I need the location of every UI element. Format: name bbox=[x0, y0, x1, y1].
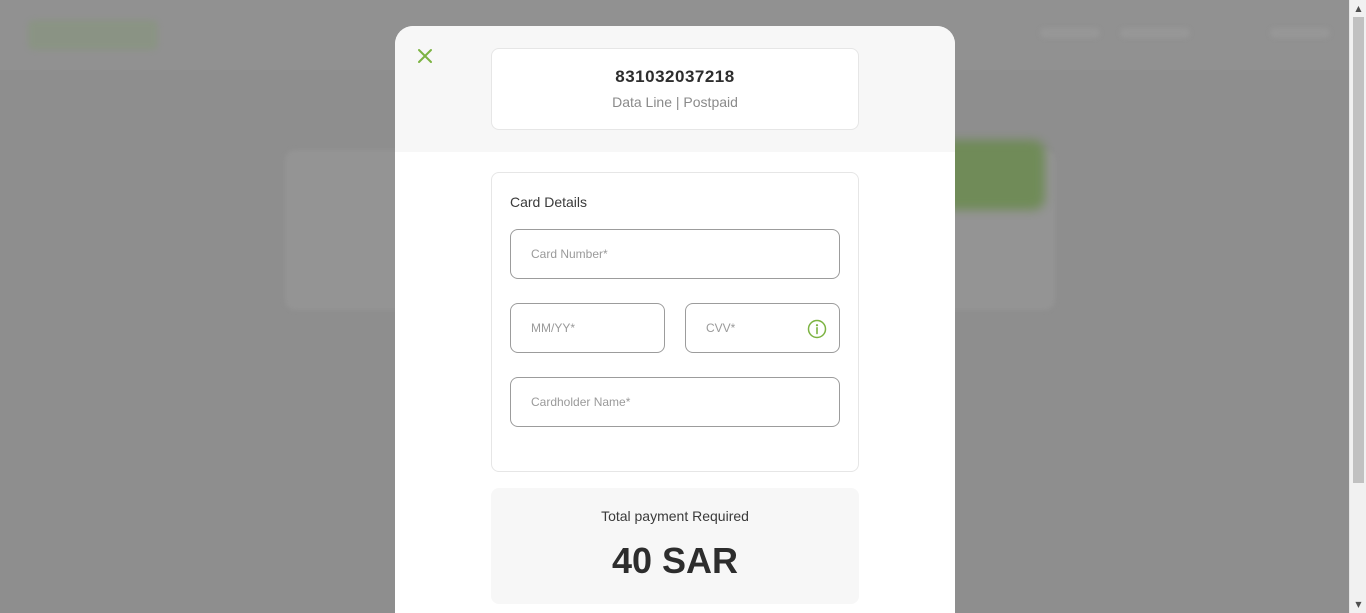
background-logo bbox=[28, 20, 158, 50]
background-nav-item bbox=[1040, 28, 1100, 38]
close-icon bbox=[418, 49, 432, 63]
line-number: 831032037218 bbox=[615, 67, 735, 86]
page-scrollbar[interactable]: ▲ ▼ bbox=[1349, 0, 1366, 613]
cvv-info-button[interactable] bbox=[807, 319, 827, 339]
cardholder-name-field bbox=[510, 377, 840, 427]
line-type: Data Line | Postpaid bbox=[612, 94, 738, 110]
scroll-up-arrow-icon[interactable]: ▲ bbox=[1350, 0, 1366, 17]
line-info-card: 831032037218 Data Line | Postpaid bbox=[491, 48, 859, 130]
scroll-down-arrow-icon[interactable]: ▼ bbox=[1350, 596, 1366, 613]
total-payment-label: Total payment Required bbox=[601, 508, 749, 524]
payment-modal: 831032037218 Data Line | Postpaid Card D… bbox=[395, 26, 955, 613]
scrollbar-thumb[interactable] bbox=[1353, 17, 1364, 483]
card-number-input[interactable] bbox=[511, 230, 839, 278]
card-details-form: Card Details bbox=[491, 172, 859, 472]
total-payment-box: Total payment Required 40 SAR bbox=[491, 488, 859, 604]
close-button[interactable] bbox=[415, 46, 435, 66]
background-nav-item bbox=[1120, 28, 1190, 38]
background-nav-item bbox=[1270, 28, 1330, 38]
cardholder-name-input[interactable] bbox=[511, 378, 839, 426]
total-payment-amount: 40 SAR bbox=[611, 540, 739, 581]
modal-header: 831032037218 Data Line | Postpaid bbox=[395, 26, 955, 152]
cvv-field bbox=[685, 303, 840, 353]
info-icon bbox=[807, 319, 827, 339]
expiry-input[interactable] bbox=[511, 304, 664, 352]
card-details-title: Card Details bbox=[510, 194, 588, 210]
expiry-field bbox=[510, 303, 665, 353]
card-number-field bbox=[510, 229, 840, 279]
